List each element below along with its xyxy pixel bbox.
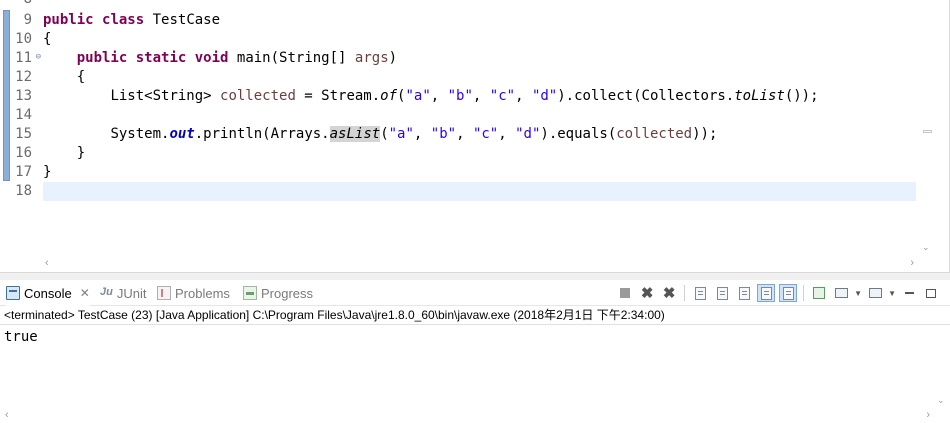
scroll-down-icon[interactable]: ⌄	[922, 242, 930, 253]
line-number: 8	[0, 0, 32, 9]
word-wrap-icon	[738, 286, 750, 300]
clear-console-icon	[694, 286, 706, 300]
overview-ruler-mark[interactable]	[923, 130, 932, 133]
pin-console-icon	[813, 287, 826, 299]
console-horizontal-scrollbar[interactable]: ‹ ›	[0, 408, 950, 423]
editor-horizontal-scrollbar[interactable]: ‹ ›	[40, 256, 918, 270]
code-line-10[interactable]: {	[43, 30, 51, 49]
code-line-17[interactable]: }	[43, 163, 51, 182]
line-number: 13	[15, 88, 32, 104]
scroll-down-icon[interactable]: ⌄	[937, 395, 945, 406]
problems-icon	[157, 286, 171, 300]
code-editor[interactable]: 8 9 10 11 ⊖ 12 13 14 15 16 17 18 public …	[0, 0, 950, 273]
scroll-right-icon[interactable]: ›	[926, 408, 930, 423]
stop-icon	[620, 288, 631, 298]
code-line-16[interactable]: }	[43, 144, 85, 163]
minimize-icon	[904, 292, 914, 294]
code-line-18-current[interactable]	[43, 182, 916, 201]
word-wrap-button[interactable]	[735, 284, 753, 302]
open-console-dropdown-icon[interactable]: ▼	[888, 289, 896, 298]
code-text-area[interactable]: public class TestCase { public static vo…	[43, 0, 917, 256]
show-on-stdout-icon	[760, 286, 772, 300]
line-number: 11	[15, 50, 32, 66]
tab-progress-label: Progress	[261, 285, 314, 301]
line-number: 10	[15, 31, 32, 47]
tab-junit-label: JUnit	[116, 285, 147, 301]
view-splitter[interactable]	[0, 272, 950, 280]
tab-junit[interactable]: Ju JUnit	[100, 280, 146, 306]
scroll-lock-button[interactable]	[713, 284, 731, 302]
open-console-button[interactable]	[866, 284, 884, 302]
display-console-icon	[834, 288, 848, 298]
line-number: 17	[15, 164, 32, 180]
tab-progress[interactable]: Progress	[243, 280, 313, 306]
console-toolbar: ✖ ✖ ▼ ▼	[616, 284, 940, 302]
scroll-right-icon[interactable]: ›	[910, 256, 914, 270]
maximize-icon	[926, 288, 936, 298]
code-line-15[interactable]: System.out.println(Arrays.asList("a", "b…	[43, 125, 717, 144]
code-line-9[interactable]: public class TestCase	[43, 11, 220, 30]
display-console-button[interactable]	[832, 284, 850, 302]
line-number-with-fold: 11 ⊖	[0, 49, 41, 68]
line-number-ruler: 8 9 10 11 ⊖ 12 13 14 15 16 17 18	[0, 0, 41, 256]
code-line-13[interactable]: List<String> collected = Stream.of("a", …	[43, 87, 818, 106]
remove-launch-icon: ✖	[640, 285, 654, 302]
line-number: 12	[15, 69, 32, 85]
minimize-button[interactable]	[900, 284, 918, 302]
remove-launch-button[interactable]: ✖	[638, 284, 656, 302]
line-number: 18	[15, 183, 32, 199]
terminate-button[interactable]	[616, 284, 634, 302]
scroll-left-icon[interactable]: ‹	[45, 256, 49, 270]
code-line-12[interactable]: {	[43, 68, 85, 87]
line-number: 15	[15, 126, 32, 142]
scroll-left-icon[interactable]: ‹	[5, 408, 9, 423]
tab-console-label: Console	[24, 285, 72, 301]
console-icon	[6, 286, 20, 300]
line-number: 14	[15, 107, 32, 123]
maximize-button[interactable]	[922, 284, 940, 302]
console-process-description: <terminated> TestCase (23) [Java Applica…	[0, 306, 950, 325]
tab-problems-label: Problems	[175, 285, 230, 301]
remove-all-terminated-button[interactable]: ✖	[660, 284, 678, 302]
display-console-dropdown-icon[interactable]: ▼	[854, 289, 862, 298]
progress-icon	[243, 286, 257, 300]
pin-console-button[interactable]	[810, 284, 828, 302]
tab-console[interactable]: Console ✕	[6, 280, 90, 306]
show-on-stderr-button[interactable]	[779, 284, 798, 302]
line-number: 9	[23, 12, 32, 28]
console-vertical-scrollbar[interactable]: ⌄	[933, 326, 950, 408]
editor-vertical-scrollbar[interactable]: ⌄	[918, 0, 935, 256]
junit-icon: Ju	[100, 286, 113, 298]
open-console-icon	[868, 288, 882, 298]
code-line-11[interactable]: public static void main(String[] args)	[43, 49, 397, 68]
toolbar-separator	[803, 285, 805, 301]
toolbar-separator	[684, 285, 686, 301]
close-tab-icon[interactable]: ✕	[80, 286, 90, 300]
line-number: 16	[15, 145, 32, 161]
clear-console-button[interactable]	[691, 284, 709, 302]
scroll-lock-icon	[716, 286, 728, 300]
console-output[interactable]: true	[0, 326, 932, 408]
tab-problems[interactable]: Problems	[157, 280, 230, 306]
show-on-stderr-icon	[782, 286, 794, 300]
remove-all-icon: ✖	[662, 285, 676, 302]
show-on-stdout-button[interactable]	[757, 284, 776, 302]
fold-collapse-icon[interactable]: ⊖	[36, 48, 41, 67]
